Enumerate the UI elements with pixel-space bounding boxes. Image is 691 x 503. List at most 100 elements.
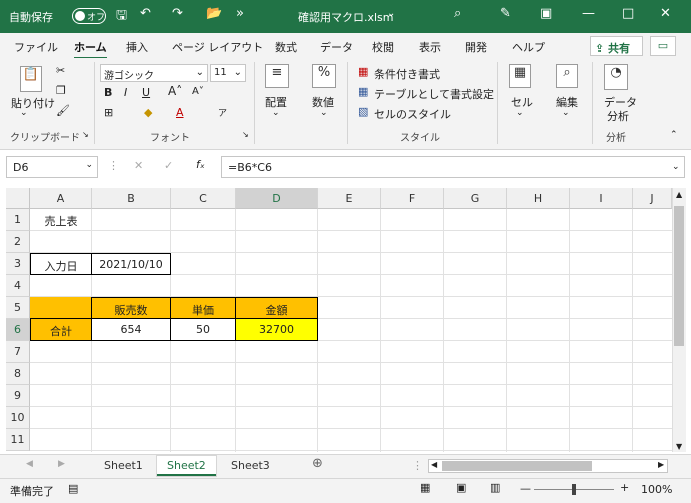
- tab-file[interactable]: ファイル: [14, 39, 58, 55]
- fill-color-icon[interactable]: ◆: [144, 106, 152, 119]
- cell-c5[interactable]: 単価: [170, 297, 236, 319]
- cell-a6[interactable]: 合計: [30, 318, 92, 341]
- share-button[interactable]: ⇪ 共有: [590, 36, 643, 56]
- data-analysis-icon[interactable]: ◔: [604, 64, 628, 90]
- bold-icon[interactable]: B: [104, 86, 112, 99]
- accessibility-icon[interactable]: ▤: [68, 482, 78, 495]
- formula-bar-splitter-icon[interactable]: ⋮: [108, 159, 119, 172]
- border-icon[interactable]: ⊞: [104, 106, 113, 119]
- format-painter-icon[interactable]: 🖌: [56, 104, 70, 117]
- cell-a5[interactable]: [30, 297, 92, 319]
- prev-sheet-icon[interactable]: ◀: [26, 459, 33, 469]
- cell-b3[interactable]: 2021/10/10: [91, 253, 171, 275]
- paste-icon[interactable]: 📋: [20, 66, 42, 92]
- tab-home[interactable]: ホーム: [74, 39, 107, 60]
- horizontal-scroll-thumb[interactable]: [442, 461, 592, 471]
- scroll-down-icon[interactable]: ▼: [676, 442, 682, 451]
- col-header-g[interactable]: G: [444, 188, 507, 209]
- maximize-icon[interactable]: □: [622, 6, 634, 21]
- normal-view-icon[interactable]: ▦: [420, 481, 430, 494]
- tab-insert[interactable]: 挿入: [126, 39, 148, 55]
- row-header-6[interactable]: 6: [6, 319, 30, 341]
- font-color-icon[interactable]: A: [176, 106, 184, 119]
- row-header-2[interactable]: 2: [6, 231, 30, 253]
- search-icon[interactable]: ⌕: [454, 6, 461, 21]
- zoom-level[interactable]: 100%: [641, 483, 672, 496]
- tab-review[interactable]: 校閲: [372, 39, 394, 55]
- row-header-11[interactable]: 11: [6, 429, 30, 451]
- col-header-f[interactable]: F: [381, 188, 444, 209]
- sheet-tab-1[interactable]: Sheet1: [94, 456, 153, 476]
- tab-help[interactable]: ヘルプ: [512, 39, 545, 55]
- phonetic-icon[interactable]: ア: [218, 106, 227, 119]
- cell-a3[interactable]: 入力日: [30, 253, 92, 275]
- underline-icon[interactable]: U: [142, 86, 150, 99]
- undo-icon[interactable]: ↶: [140, 6, 151, 21]
- col-header-h[interactable]: H: [507, 188, 570, 209]
- chevron-down-icon[interactable]: ⌄: [387, 8, 395, 19]
- collapse-ribbon-icon[interactable]: ⌃: [670, 130, 678, 140]
- tab-data[interactable]: データ: [320, 39, 353, 55]
- sheet-tab-2[interactable]: Sheet2: [157, 456, 216, 476]
- save-icon[interactable]: 🖫: [116, 6, 127, 28]
- tab-view[interactable]: 表示: [419, 39, 441, 55]
- alignment-icon[interactable]: ≡: [265, 64, 289, 88]
- select-all-corner[interactable]: [6, 188, 30, 209]
- increase-font-icon[interactable]: A˄: [168, 84, 182, 98]
- page-layout-view-icon[interactable]: ▣: [456, 481, 466, 494]
- formula-input[interactable]: =B6*C6: [221, 156, 685, 178]
- open-folder-icon[interactable]: 📂: [206, 6, 222, 21]
- chevron-down-icon[interactable]: ⌄: [562, 108, 570, 118]
- zoom-in-icon[interactable]: +: [620, 481, 629, 494]
- row-header-5[interactable]: 5: [6, 297, 30, 319]
- editing-icon[interactable]: ⌕: [556, 64, 578, 88]
- tab-formulas[interactable]: 数式: [275, 39, 297, 55]
- cut-icon[interactable]: ✂: [56, 64, 65, 77]
- file-title[interactable]: 確認用マクロ.xlsm: [298, 9, 394, 25]
- conditional-format-button[interactable]: 条件付き書式: [374, 66, 440, 82]
- copy-icon[interactable]: ❐: [56, 84, 66, 97]
- chevron-down-icon[interactable]: ⌄: [516, 108, 524, 118]
- scroll-up-icon[interactable]: ▲: [676, 190, 682, 199]
- page-break-view-icon[interactable]: ▥: [490, 481, 500, 494]
- ribbon-display-icon[interactable]: ▣: [540, 6, 552, 21]
- scroll-right-icon[interactable]: ▶: [658, 460, 664, 469]
- row-header-1[interactable]: 1: [6, 209, 30, 231]
- cell-b6[interactable]: 654: [91, 318, 171, 341]
- next-sheet-icon[interactable]: ▶: [58, 459, 65, 469]
- insert-function-icon[interactable]: fₓ: [196, 158, 205, 171]
- col-header-b[interactable]: B: [92, 188, 171, 209]
- italic-icon[interactable]: I: [124, 86, 127, 99]
- sheet-tab-3[interactable]: Sheet3: [221, 456, 280, 476]
- chevron-down-icon[interactable]: ⌄: [272, 108, 280, 118]
- tab-splitter-icon[interactable]: ⋮: [412, 459, 423, 472]
- cell-d6[interactable]: 32700: [235, 318, 318, 341]
- cell-styles-button[interactable]: セルのスタイル: [374, 106, 451, 122]
- row-header-8[interactable]: 8: [6, 363, 30, 385]
- col-header-j[interactable]: J: [633, 188, 672, 209]
- cancel-icon[interactable]: ✕: [134, 159, 143, 172]
- zoom-out-icon[interactable]: —: [520, 482, 531, 495]
- minimize-icon[interactable]: —: [582, 6, 595, 21]
- paste-label[interactable]: 貼り付け: [11, 95, 55, 111]
- enter-icon[interactable]: ✓: [164, 159, 173, 172]
- col-header-e[interactable]: E: [318, 188, 381, 209]
- zoom-slider-thumb[interactable]: [572, 484, 576, 495]
- cell-d5[interactable]: 金額: [235, 297, 318, 319]
- col-header-c[interactable]: C: [171, 188, 236, 209]
- redo-icon[interactable]: ↷: [172, 6, 183, 21]
- format-as-table-button[interactable]: テーブルとして書式設定: [374, 86, 494, 102]
- more-commands-icon[interactable]: »: [236, 6, 244, 21]
- paste-dropdown-icon[interactable]: ⌄: [20, 108, 28, 118]
- chevron-down-icon[interactable]: ⌄: [320, 108, 328, 118]
- tab-developer[interactable]: 開発: [465, 39, 487, 55]
- vertical-scroll-thumb[interactable]: [674, 206, 684, 346]
- scroll-left-icon[interactable]: ◀: [431, 460, 437, 469]
- percent-icon[interactable]: %: [312, 64, 336, 88]
- expand-formula-icon[interactable]: ⌄: [672, 162, 680, 172]
- row-header-4[interactable]: 4: [6, 275, 30, 297]
- clipboard-launcher-icon[interactable]: ↘: [82, 130, 89, 139]
- name-box[interactable]: D6 ⌄: [6, 156, 98, 178]
- pen-icon[interactable]: ✎: [500, 6, 511, 21]
- cell-b5[interactable]: 販売数: [91, 297, 171, 319]
